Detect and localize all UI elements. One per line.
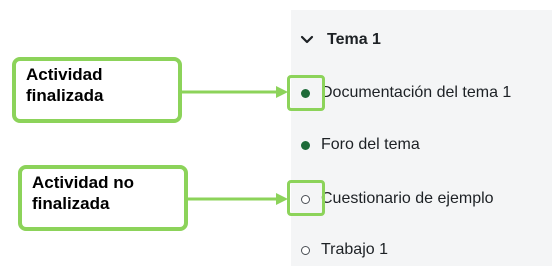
completed-callout: Actividad finalizada [12,57,182,123]
callout-line: Actividad no [32,173,135,192]
arrow-head-icon [276,193,288,205]
not-completed-callout: Actividad no finalizada [18,165,188,231]
callout-line: Actividad [26,65,103,84]
callout-line: finalizada [26,86,104,105]
callout-line: finalizada [32,194,110,213]
arrow-head-icon [276,86,288,98]
